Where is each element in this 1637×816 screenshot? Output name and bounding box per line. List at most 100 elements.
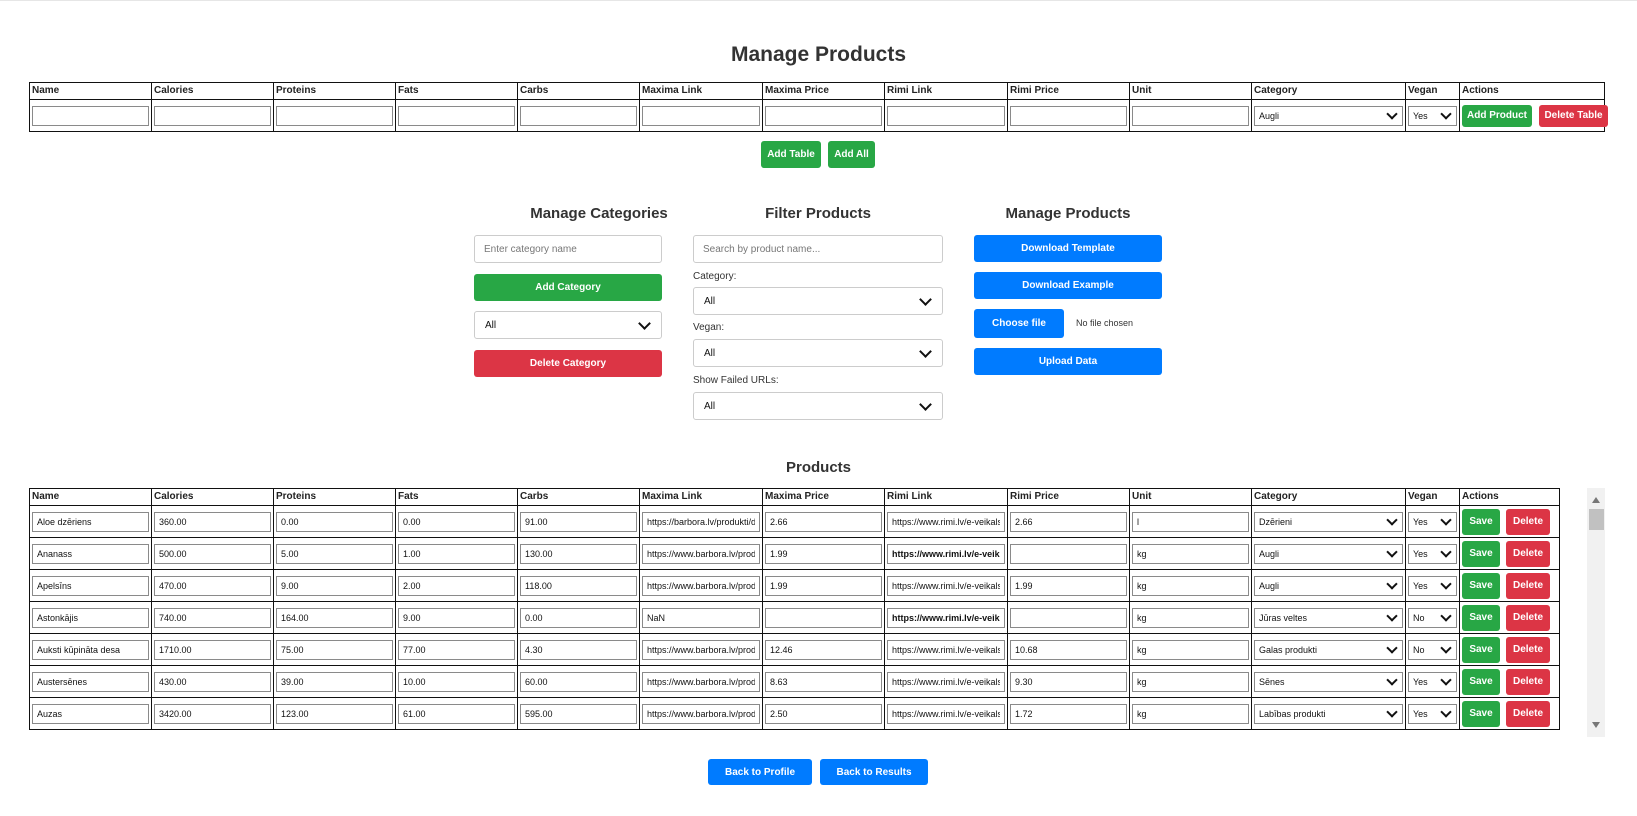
- fats-input[interactable]: [398, 703, 515, 724]
- name-input[interactable]: [32, 105, 149, 126]
- vegan-select[interactable]: Yes: [1408, 671, 1457, 692]
- rimi-link-input[interactable]: [887, 703, 1005, 724]
- rimi-link-input[interactable]: [887, 607, 1005, 628]
- proteins-input[interactable]: [276, 607, 393, 628]
- proteins-input[interactable]: [276, 639, 393, 660]
- calories-input[interactable]: [154, 703, 271, 724]
- rimi-link-input[interactable]: [887, 105, 1005, 126]
- maxima-price-input[interactable]: [765, 639, 882, 660]
- delete-button[interactable]: Delete: [1506, 572, 1550, 599]
- save-button[interactable]: Save: [1462, 636, 1500, 663]
- vegan-filter-select[interactable]: All: [693, 339, 943, 367]
- rimi-link-input[interactable]: [887, 575, 1005, 596]
- save-button[interactable]: Save: [1462, 540, 1500, 567]
- rimi-link-input[interactable]: [887, 671, 1005, 692]
- save-button[interactable]: Save: [1462, 572, 1500, 599]
- carbs-input[interactable]: [520, 575, 637, 596]
- rimi-price-input[interactable]: [1010, 607, 1127, 628]
- calories-input[interactable]: [154, 639, 271, 660]
- name-input[interactable]: [32, 607, 149, 628]
- calories-input[interactable]: [154, 105, 271, 126]
- add-product-button[interactable]: Add Product: [1462, 104, 1532, 127]
- carbs-input[interactable]: [520, 511, 637, 532]
- products-scrollbar[interactable]: [1587, 488, 1605, 737]
- calories-input[interactable]: [154, 671, 271, 692]
- vegan-select[interactable]: Yes: [1408, 511, 1457, 532]
- carbs-input[interactable]: [520, 543, 637, 564]
- download-example-button[interactable]: Download Example: [974, 272, 1162, 299]
- proteins-input[interactable]: [276, 511, 393, 532]
- carbs-input[interactable]: [520, 671, 637, 692]
- name-input[interactable]: [32, 543, 149, 564]
- maxima-link-input[interactable]: [642, 607, 760, 628]
- category-select[interactable]: Sēnes: [1254, 671, 1403, 692]
- add-all-button[interactable]: Add All: [828, 141, 875, 168]
- rimi-price-input[interactable]: [1010, 105, 1127, 126]
- add-table-button[interactable]: Add Table: [761, 141, 821, 168]
- rimi-link-input[interactable]: [887, 639, 1005, 660]
- rimi-price-input[interactable]: [1010, 575, 1127, 596]
- calories-input[interactable]: [154, 607, 271, 628]
- maxima-link-input[interactable]: [642, 671, 760, 692]
- maxima-link-input[interactable]: [642, 511, 760, 532]
- rimi-link-input[interactable]: [887, 543, 1005, 564]
- vegan-select[interactable]: No: [1408, 639, 1457, 660]
- name-input[interactable]: [32, 511, 149, 532]
- unit-input[interactable]: [1132, 575, 1249, 596]
- name-input[interactable]: [32, 703, 149, 724]
- scrollbar-thumb[interactable]: [1589, 509, 1604, 530]
- proteins-input[interactable]: [276, 105, 393, 126]
- unit-input[interactable]: [1132, 703, 1249, 724]
- delete-button[interactable]: Delete: [1506, 636, 1550, 663]
- category-select[interactable]: Dzērieni: [1254, 511, 1403, 532]
- calories-input[interactable]: [154, 543, 271, 564]
- rimi-price-input[interactable]: [1010, 703, 1127, 724]
- category-select[interactable]: Augli: [1254, 543, 1403, 564]
- maxima-price-input[interactable]: [765, 105, 882, 126]
- unit-input[interactable]: [1132, 671, 1249, 692]
- unit-input[interactable]: [1132, 105, 1249, 126]
- maxima-price-input[interactable]: [765, 511, 882, 532]
- vegan-select[interactable]: Yes: [1408, 105, 1457, 126]
- category-select[interactable]: Labības produkti: [1254, 703, 1403, 724]
- rimi-price-input[interactable]: [1010, 511, 1127, 532]
- proteins-input[interactable]: [276, 671, 393, 692]
- back-to-profile-button[interactable]: Back to Profile: [708, 759, 812, 785]
- unit-input[interactable]: [1132, 639, 1249, 660]
- delete-button[interactable]: Delete: [1506, 508, 1550, 535]
- carbs-input[interactable]: [520, 607, 637, 628]
- fats-input[interactable]: [398, 543, 515, 564]
- vegan-select[interactable]: Yes: [1408, 703, 1457, 724]
- failed-urls-filter-select[interactable]: All: [693, 392, 943, 420]
- vegan-select[interactable]: Yes: [1408, 575, 1457, 596]
- delete-category-button[interactable]: Delete Category: [474, 350, 662, 377]
- category-select[interactable]: Jūras veltes: [1254, 607, 1403, 628]
- fats-input[interactable]: [398, 671, 515, 692]
- calories-input[interactable]: [154, 511, 271, 532]
- proteins-input[interactable]: [276, 575, 393, 596]
- unit-input[interactable]: [1132, 607, 1249, 628]
- carbs-input[interactable]: [520, 703, 637, 724]
- maxima-link-input[interactable]: [642, 703, 760, 724]
- delete-button[interactable]: Delete: [1506, 700, 1550, 727]
- scroll-down-arrow-icon[interactable]: [1592, 722, 1600, 728]
- upload-data-button[interactable]: Upload Data: [974, 348, 1162, 375]
- save-button[interactable]: Save: [1462, 700, 1500, 727]
- name-input[interactable]: [32, 575, 149, 596]
- unit-input[interactable]: [1132, 511, 1249, 532]
- save-button[interactable]: Save: [1462, 604, 1500, 631]
- save-button[interactable]: Save: [1462, 508, 1500, 535]
- delete-button[interactable]: Delete: [1506, 668, 1550, 695]
- fats-input[interactable]: [398, 575, 515, 596]
- category-select[interactable]: Augli: [1254, 575, 1403, 596]
- rimi-price-input[interactable]: [1010, 671, 1127, 692]
- category-name-input[interactable]: Enter category name: [474, 235, 662, 263]
- add-category-button[interactable]: Add Category: [474, 274, 662, 301]
- choose-file-button[interactable]: Choose file: [974, 309, 1064, 338]
- maxima-price-input[interactable]: [765, 575, 882, 596]
- maxima-price-input[interactable]: [765, 543, 882, 564]
- download-template-button[interactable]: Download Template: [974, 235, 1162, 262]
- rimi-price-input[interactable]: [1010, 543, 1127, 564]
- carbs-input[interactable]: [520, 105, 637, 126]
- fats-input[interactable]: [398, 511, 515, 532]
